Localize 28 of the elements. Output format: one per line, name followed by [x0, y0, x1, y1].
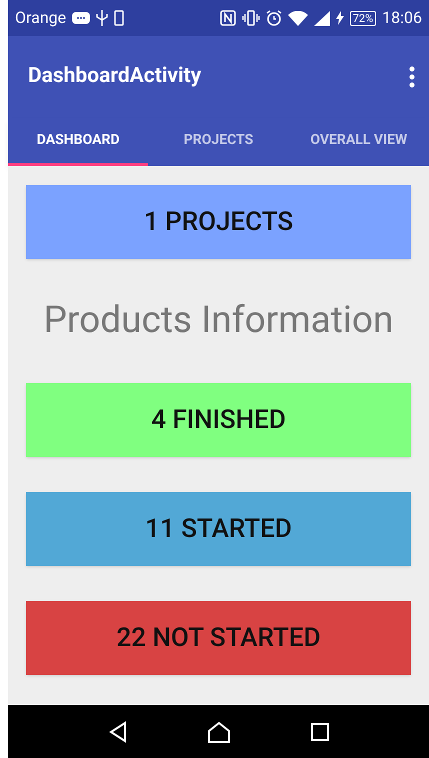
signal-icon [314, 10, 330, 26]
charging-icon [336, 11, 344, 25]
tab[interactable]: PROJECTS [148, 118, 289, 166]
recents-icon[interactable] [310, 722, 330, 742]
app-title: DashboardActivity [28, 63, 202, 90]
phone-icon [114, 10, 124, 26]
more-icon[interactable] [409, 66, 415, 88]
count-card[interactable]: 11 STARTED [26, 492, 411, 566]
vibrate-icon [242, 10, 260, 26]
count-card[interactable]: 22 NOT STARTED [26, 601, 411, 675]
home-icon[interactable] [206, 720, 230, 742]
card-label: 4 FINISHED [151, 404, 286, 436]
nfc-icon [220, 10, 236, 26]
battery-level: 72% [350, 10, 376, 26]
card-label: 11 STARTED [145, 512, 292, 546]
back-icon[interactable] [108, 720, 128, 742]
tab[interactable]: OVERALL VIEW [288, 118, 429, 166]
wifi-icon [288, 10, 308, 26]
clock-text: 18:06 [382, 7, 422, 29]
alarm-icon [266, 10, 282, 26]
card-label: 22 NOT STARTED [116, 622, 321, 654]
card-label: 1 PROJECTS [144, 206, 294, 238]
section-heading: Products Information [44, 298, 394, 344]
count-card[interactable]: 4 FINISHED [26, 383, 411, 457]
usb-icon [96, 10, 108, 26]
carrier-text: Orange [15, 7, 66, 29]
count-card[interactable]: 1 PROJECTS [26, 185, 411, 259]
message-icon [72, 12, 90, 24]
